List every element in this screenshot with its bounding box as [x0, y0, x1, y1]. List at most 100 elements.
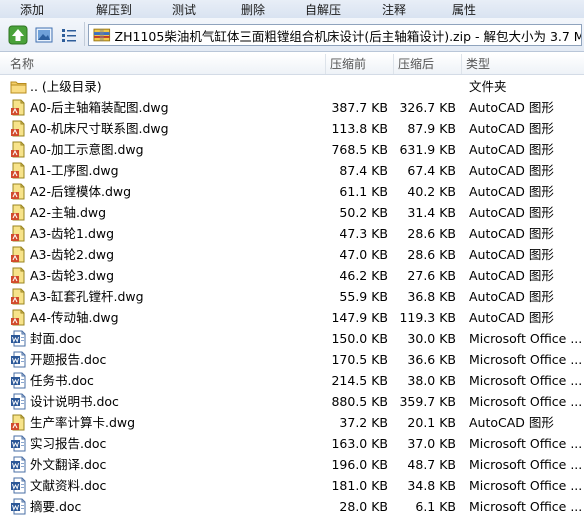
file-row[interactable]: .. (上级目录) 文件夹 [0, 76, 584, 97]
original-size: 37.2 KB [339, 415, 388, 430]
file-type: AutoCAD 图形 [469, 184, 554, 199]
file-type: Microsoft Office ... [469, 436, 583, 451]
compressed-size: 31.4 KB [407, 205, 456, 220]
file-type: AutoCAD 图形 [469, 268, 554, 283]
file-row[interactable]: A0-加工示意图.dwg 768.5 KB 631.9 KB AutoCAD 图形 [0, 139, 584, 160]
file-name: A0-后主轴箱装配图.dwg [30, 100, 169, 115]
compressed-size: 30.0 KB [407, 331, 456, 346]
file-name: 任务书.doc [30, 373, 94, 388]
menu-add[interactable]: 添加 [20, 1, 44, 18]
compressed-size: 38.0 KB [407, 373, 456, 388]
file-type: AutoCAD 图形 [469, 142, 554, 157]
file-row[interactable]: A3-齿轮3.dwg 46.2 KB 27.6 KB AutoCAD 图形 [0, 265, 584, 286]
file-row[interactable]: 摘要.doc 28.0 KB 6.1 KB Microsoft Office ... [0, 496, 584, 517]
file-name: 摘要.doc [30, 499, 82, 514]
original-size: 50.2 KB [339, 205, 388, 220]
file-row[interactable]: A3-齿轮1.dwg 47.3 KB 28.6 KB AutoCAD 图形 [0, 223, 584, 244]
path-bar[interactable]: ZH1105柴油机气缸体三面粗镗组合机床设计(后主轴箱设计).zip - 解包大… [88, 24, 582, 46]
file-type: Microsoft Office ... [469, 352, 583, 367]
menu-extract-to[interactable]: 解压到 [96, 1, 132, 18]
file-type: Microsoft Office ... [469, 394, 583, 409]
file-type: 文件夹 [469, 79, 507, 94]
compressed-size: 36.6 KB [407, 352, 456, 367]
file-name: A0-机床尺寸联系图.dwg [30, 121, 169, 136]
file-row[interactable]: A4-传动轴.dwg 147.9 KB 119.3 KB AutoCAD 图形 [0, 307, 584, 328]
file-type: AutoCAD 图形 [469, 247, 554, 262]
toolbar-separator [84, 22, 85, 46]
original-size: 196.0 KB [331, 457, 388, 472]
view-button[interactable] [33, 24, 55, 46]
compressed-size: 36.8 KB [407, 289, 456, 304]
file-name: A2-主轴.dwg [30, 205, 107, 220]
list-view-icon [62, 29, 76, 42]
up-button[interactable] [7, 24, 29, 46]
file-row[interactable]: A0-机床尺寸联系图.dwg 113.8 KB 87.9 KB AutoCAD 图形 [0, 118, 584, 139]
column-name[interactable]: 名称 [0, 54, 326, 74]
original-size: 387.7 KB [331, 100, 388, 115]
file-type: AutoCAD 图形 [469, 100, 554, 115]
column-compressed-size[interactable]: 压缩后 [394, 54, 462, 74]
file-name: A2-后镗模体.dwg [30, 184, 132, 199]
file-row[interactable]: A3-齿轮2.dwg 47.0 KB 28.6 KB AutoCAD 图形 [0, 244, 584, 265]
original-size: 880.5 KB [331, 394, 388, 409]
file-name: A3-缸套孔镗杆.dwg [30, 289, 144, 304]
image-view-icon [35, 27, 53, 43]
file-list: .. (上级目录) 文件夹 A0-后主轴箱装配图.dwg 387.7 KB 326.7 … [0, 76, 584, 517]
file-type: Microsoft Office ... [469, 499, 583, 514]
menu-sfx[interactable]: 自解压 [305, 1, 341, 18]
file-row[interactable]: 外文翻译.doc 196.0 KB 48.7 KB Microsoft Office … [0, 454, 584, 475]
file-name: 设计说明书.doc [30, 394, 119, 409]
compressed-size: 27.6 KB [407, 268, 456, 283]
compressed-size: 326.7 KB [399, 100, 456, 115]
file-row[interactable]: 开题报告.doc 170.5 KB 36.6 KB Microsoft Office … [0, 349, 584, 370]
file-row[interactable]: 文献资料.doc 181.0 KB 34.8 KB Microsoft Office … [0, 475, 584, 496]
compressed-size: 119.3 KB [399, 310, 456, 325]
original-size [330, 76, 388, 97]
file-type: AutoCAD 图形 [469, 121, 554, 136]
original-size: 61.1 KB [339, 184, 388, 199]
file-type: Microsoft Office ... [469, 457, 583, 472]
menu-delete[interactable]: 删除 [241, 1, 265, 18]
list-view-button[interactable] [58, 24, 80, 46]
file-row[interactable]: A2-主轴.dwg 50.2 KB 31.4 KB AutoCAD 图形 [0, 202, 584, 223]
file-row[interactable]: 设计说明书.doc 880.5 KB 359.7 KB Microsoft Offic… [0, 391, 584, 412]
file-type: Microsoft Office ... [469, 478, 583, 493]
file-row[interactable]: 任务书.doc 214.5 KB 38.0 KB Microsoft Office .… [0, 370, 584, 391]
menu-test[interactable]: 测试 [172, 1, 196, 18]
column-original-size[interactable]: 压缩前 [326, 54, 394, 74]
compressed-size: 6.1 KB [415, 499, 456, 514]
file-type: AutoCAD 图形 [469, 163, 554, 178]
file-row[interactable]: 生产率计算卡.dwg 37.2 KB 20.1 KB AutoCAD 图形 [0, 412, 584, 433]
file-name: .. (上级目录) [30, 79, 102, 94]
archive-path: ZH1105柴油机气缸体三面粗镗组合机床设计(后主轴箱设计).zip - 解包大… [114, 28, 581, 44]
file-name: A4-传动轴.dwg [30, 310, 119, 325]
file-type: Microsoft Office ... [469, 373, 583, 388]
column-type[interactable]: 类型 [462, 54, 584, 74]
file-name: 实习报告.doc [30, 436, 107, 451]
file-row[interactable]: A3-缸套孔镗杆.dwg 55.9 KB 36.8 KB AutoCAD 图形 [0, 286, 584, 307]
original-size: 113.8 KB [331, 121, 388, 136]
menu-comment[interactable]: 注释 [382, 1, 406, 18]
compressed-size: 28.6 KB [407, 247, 456, 262]
menu-properties[interactable]: 属性 [452, 1, 476, 18]
original-size: 170.5 KB [331, 352, 388, 367]
file-row[interactable]: 封面.doc 150.0 KB 30.0 KB Microsoft Office ..… [0, 328, 584, 349]
file-type: AutoCAD 图形 [469, 289, 554, 304]
original-size: 28.0 KB [339, 499, 388, 514]
file-name: A3-齿轮2.dwg [30, 247, 115, 262]
file-name: 封面.doc [30, 331, 82, 346]
file-row[interactable]: A0-后主轴箱装配图.dwg 387.7 KB 326.7 KB AutoCAD 图形 [0, 97, 584, 118]
compressed-size: 48.7 KB [407, 457, 456, 472]
compressed-size: 359.7 KB [399, 394, 456, 409]
original-size: 47.3 KB [339, 226, 388, 241]
file-row[interactable]: A2-后镗模体.dwg 61.1 KB 40.2 KB AutoCAD 图形 [0, 181, 584, 202]
menu-bar: 添加 解压到 测试 删除 自解压 注释 属性 [0, 0, 584, 18]
file-type: AutoCAD 图形 [469, 415, 554, 430]
file-name: A0-加工示意图.dwg [30, 142, 144, 157]
file-row[interactable]: 实习报告.doc 163.0 KB 37.0 KB Microsoft Office … [0, 433, 584, 454]
file-type: AutoCAD 图形 [469, 226, 554, 241]
compressed-size: 67.4 KB [407, 163, 456, 178]
compressed-size: 40.2 KB [407, 184, 456, 199]
file-row[interactable]: A1-工序图.dwg 87.4 KB 67.4 KB AutoCAD 图形 [0, 160, 584, 181]
original-size: 147.9 KB [331, 310, 388, 325]
